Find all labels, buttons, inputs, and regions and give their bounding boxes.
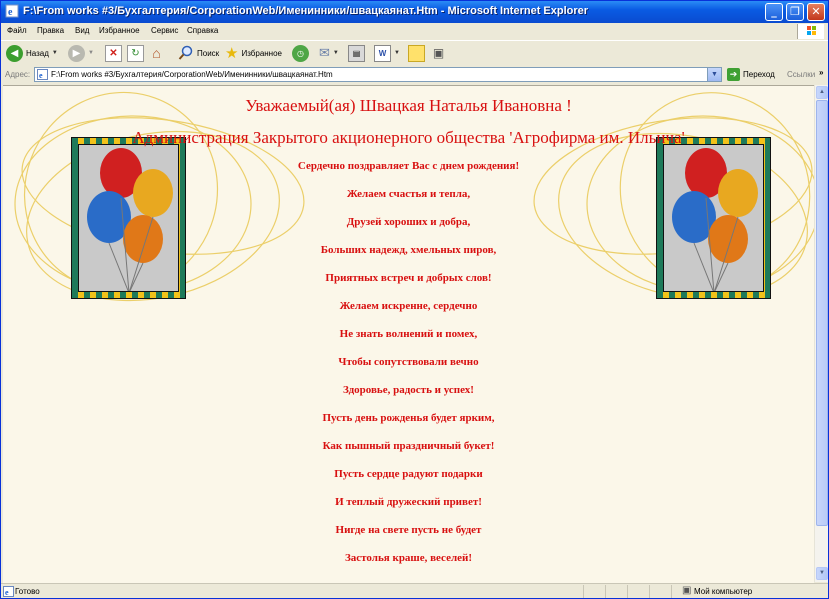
verse-line: Друзей хороших и добра, (346, 216, 471, 228)
go-arrow-icon: ➔ (727, 68, 740, 81)
address-value: F:\From works #3/Бухгалтерия/Corporation… (51, 70, 333, 79)
greeting-heading: Уважаемый(ая) Швацкая Наталья Ивановна ! (245, 96, 572, 115)
address-input[interactable]: e F:\From works #3/Бухгалтерия/Corporati… (34, 67, 722, 82)
minimize-button[interactable]: _ (765, 3, 783, 21)
mail-icon: ✉ (319, 45, 330, 60)
refresh-icon: ↻ (127, 44, 144, 62)
favorites-label: Избранное (241, 48, 282, 58)
stop-icon: ✕ (105, 44, 122, 62)
search-icon (178, 45, 193, 60)
print-icon: ▤ (348, 44, 365, 62)
svg-text:e: e (8, 7, 13, 18)
ie-window: e F:\From works #3/Бухгалтерия/Corporati… (0, 0, 829, 599)
messenger-button[interactable]: ▣ (431, 44, 446, 62)
forward-arrow-icon: ▶ (68, 44, 85, 62)
verse-line: Как пышный праздничный букет! (322, 440, 495, 452)
favorites-star-icon: ★ (225, 45, 239, 62)
mail-button[interactable]: ✉ ▼ (319, 44, 339, 62)
links-label[interactable]: Ссылки (787, 70, 815, 79)
menu-help[interactable]: Справка (187, 26, 218, 35)
svg-text:e: e (5, 588, 9, 597)
history-icon: ◷ (292, 44, 309, 62)
window-title: F:\From works #3/Бухгалтерия/Corporation… (23, 5, 589, 17)
close-button[interactable]: ✕ (807, 3, 825, 21)
menu-edit[interactable]: Правка (37, 26, 64, 35)
history-button[interactable]: ◷ (292, 44, 309, 62)
back-arrow-icon: ◀ (6, 44, 23, 62)
search-label: Поиск (197, 48, 220, 58)
verse-line: Пусть сердце радуют подарки (334, 468, 483, 480)
forward-button[interactable]: ▶ ▼ (68, 44, 94, 62)
address-dropdown-icon[interactable]: ▼ (707, 68, 721, 81)
my-computer-icon: ▣ (682, 585, 692, 596)
search-button[interactable]: Поиск (178, 44, 219, 62)
verse-line: Желаем искренне, сердечно (339, 300, 478, 312)
status-separator (605, 585, 606, 598)
note-icon (408, 44, 425, 62)
home-icon: ⌂ (152, 45, 161, 61)
refresh-button[interactable]: ↻ (127, 44, 144, 62)
menu-tools[interactable]: Сервис (151, 26, 178, 35)
verse-line: Приятных встреч и добрых слов! (325, 272, 492, 284)
status-separator (627, 585, 628, 598)
verse-line: Здоровье, радость и успех! (343, 384, 474, 396)
verse-line: Желаем счастья и тепла, (346, 188, 471, 200)
messenger-icon: ▣ (432, 46, 445, 60)
go-label: Переход (743, 70, 775, 79)
status-separator (649, 585, 650, 598)
verse-line: Больших надежд, хмельных пиров, (320, 244, 497, 256)
favorites-button[interactable]: ★ Избранное (225, 44, 282, 62)
status-separator (583, 585, 584, 598)
scroll-thumb[interactable] (816, 100, 828, 526)
back-button[interactable]: ◀ Назад ▼ (6, 44, 58, 62)
print-button[interactable]: ▤ (348, 44, 365, 62)
windows-logo-icon (797, 24, 824, 39)
forward-dropdown-icon[interactable]: ▼ (88, 50, 94, 56)
menu-favorites[interactable]: Избранное (99, 26, 140, 35)
edit-button[interactable]: W ▼ (374, 44, 400, 62)
svg-text:e: e (39, 71, 43, 80)
ie-page-icon: e (5, 4, 19, 18)
page-content: Уважаемый(ая) Швацкая Наталья Ивановна !… (3, 85, 814, 583)
verse-line: Нигде на свете пусть не будет (335, 524, 482, 536)
word-edit-icon: W (374, 44, 391, 62)
vertical-scrollbar[interactable]: ▲ ▼ (814, 85, 828, 582)
verse-line: Застолья краше, веселей! (344, 552, 473, 564)
standard-toolbar: ◀ Назад ▼ ▶ ▼ ✕ ↻ ⌂ Поиск ★ Избранное ◷ … (1, 40, 828, 67)
edit-dropdown-icon[interactable]: ▼ (394, 50, 400, 56)
menu-view[interactable]: Вид (75, 26, 89, 35)
verse-line: Сердечно поздравляет Вас с днем рождения… (297, 160, 520, 172)
company-heading: Администрация Закрытого акционерного общ… (132, 128, 685, 147)
home-button[interactable]: ⌂ (149, 44, 164, 62)
back-dropdown-icon[interactable]: ▼ (52, 50, 58, 56)
address-bar: Адрес: e F:\From works #3/Бухгалтерия/Co… (1, 66, 828, 84)
restore-button[interactable]: ❐ (786, 3, 804, 21)
menu-file[interactable]: Файл (7, 26, 27, 35)
verse-line: Не знать волнений и помех, (339, 328, 478, 340)
page-icon: e (37, 69, 48, 80)
back-label: Назад (26, 48, 49, 58)
title-bar[interactable]: e F:\From works #3/Бухгалтерия/Corporati… (1, 1, 828, 23)
verse-line: Чтобы сопутствовали вечно (338, 356, 479, 368)
page-status-icon: e (3, 586, 14, 597)
stop-button[interactable]: ✕ (105, 44, 122, 62)
verse-line: Пусть день рожденья будет ярким, (322, 412, 495, 424)
status-bar: e Готово ▣ Мой компьютер (1, 583, 828, 598)
scroll-up-arrow-icon[interactable]: ▲ (816, 86, 828, 99)
zone-text: Мой компьютер (694, 587, 753, 596)
status-text: Готово (15, 587, 40, 596)
links-chevron-icon[interactable]: » (819, 68, 823, 77)
menu-bar: Файл Правка Вид Избранное Сервис Справка (1, 23, 828, 40)
discuss-button[interactable] (408, 44, 425, 62)
scroll-down-arrow-icon[interactable]: ▼ (816, 567, 828, 580)
go-button[interactable]: ➔ Переход (727, 68, 775, 81)
status-separator (671, 585, 672, 598)
verse-line: И теплый дружеский привет! (335, 496, 482, 508)
address-label: Адрес: (5, 70, 31, 79)
mail-dropdown-icon[interactable]: ▼ (333, 50, 339, 56)
